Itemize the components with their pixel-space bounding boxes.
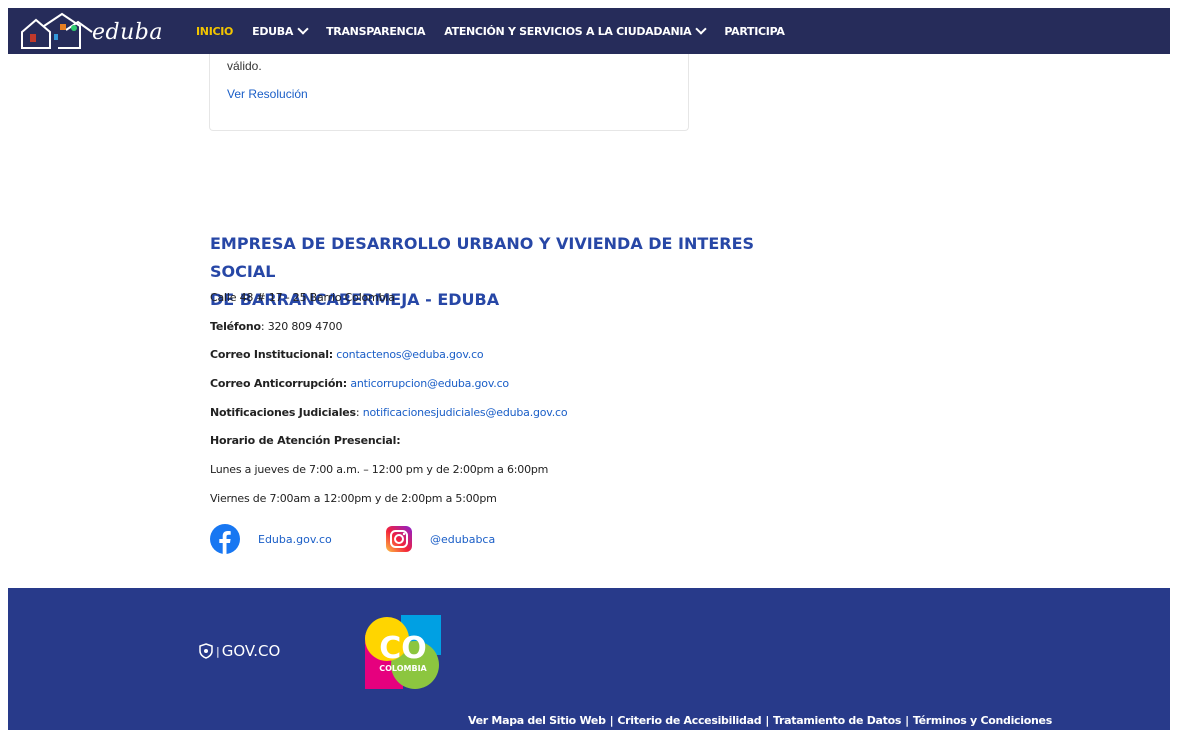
govco-text: GOV.CO (221, 642, 281, 660)
nav-item-inicio[interactable]: INICIO (196, 25, 233, 38)
site-footer: | GOV.CO CO COLOMBIA Ver Mapa del Sitio … (8, 588, 1170, 730)
phone-label: Teléfono (210, 320, 261, 333)
logo-text: eduba (92, 20, 163, 45)
nav-item-eduba[interactable]: EDUBA (252, 23, 309, 38)
nav-item-label: PARTICIPA (724, 24, 785, 38)
anticorruption-email-link[interactable]: anticorrupcion@eduba.gov.co (350, 377, 509, 390)
colombia-logo-text: COLOMBIA (379, 664, 427, 673)
nav-item-label: INICIO (196, 24, 234, 38)
divider: | (609, 714, 614, 727)
instagram-link[interactable]: @edubabca (386, 524, 495, 554)
address-text: Calle 48 # 17 - 25 Barrio Colombia (210, 291, 395, 304)
nav-item-transparencia[interactable]: TRANSPARENCIA (326, 25, 425, 38)
phone-colon: : (260, 320, 268, 333)
page-right-margin (1170, 0, 1178, 730)
divider: | (905, 714, 909, 727)
hours-label-text: Horario de Atención Presencial: (210, 434, 401, 447)
notif-colon: : (355, 406, 363, 419)
footer-links: Ver Mapa del Sitio Web | Criterio de Acces… (468, 714, 1052, 727)
nav-item-label: ATENCIÓN Y SERVICIOS A LA CIUDADANIA (444, 24, 692, 38)
institutional-email-link[interactable]: contactenos@eduba.gov.co (336, 348, 483, 361)
view-resolution-link[interactable]: Ver Resolución (227, 87, 308, 101)
anticorruption-email-label: Correo Anticorrupción: (210, 377, 348, 390)
page-top-margin (0, 0, 1178, 8)
institutional-email-line: Correo Institucional: contactenos@eduba.… (210, 348, 484, 361)
hours-weekdays: Lunes a jueves de 7:00 a.m. – 12:00 pm y… (210, 463, 549, 476)
terms-link[interactable]: Términos y Condiciones (913, 714, 1052, 727)
divider: | (765, 714, 770, 727)
accessibility-link[interactable]: Criterio de Accesibilidad (617, 714, 761, 727)
org-title-line1: EMPRESA DE DESARROLLO URBANO Y VIVIENDA … (210, 234, 755, 281)
institutional-email-label: Correo Institucional: (210, 348, 333, 361)
phone-line: Teléfono: 320 809 4700 (210, 320, 342, 333)
government-shield-icon (199, 643, 213, 659)
chevron-down-icon (297, 23, 309, 35)
facebook-link[interactable]: Eduba.gov.co (210, 524, 332, 554)
nav-item-atencion[interactable]: ATENCIÓN Y SERVICIOS A LA CIUDADANIA (444, 23, 708, 38)
govco-logo[interactable]: | GOV.CO (198, 642, 280, 660)
govco-separator: | (216, 644, 220, 658)
data-treatment-link[interactable]: Tratamiento de Datos (773, 714, 901, 727)
facebook-icon (210, 524, 240, 554)
main-menu: INICIO EDUBA TRANSPARENCIA ATENCIÓN Y SE… (196, 8, 804, 54)
judicial-notifications-link[interactable]: notificacionesjudiciales@eduba.gov.co (363, 406, 568, 419)
judicial-notifications-label: Notificaciones Judiciales (210, 406, 356, 419)
anticorruption-email-line: Correo Anticorrupción: anticorrupcion@ed… (210, 377, 509, 390)
instagram-icon (386, 526, 412, 552)
page-left-margin (0, 0, 8, 730)
co-logo-text: CO (379, 631, 427, 666)
nav-item-label: EDUBA (252, 24, 294, 38)
phone-number: 320 809 4700 (267, 320, 343, 333)
card-text: válido. (227, 59, 262, 73)
hours-friday: Viernes de 7:00am a 12:00pm y de 2:00pm … (210, 492, 497, 505)
judicial-notifications-line: Notificaciones Judiciales: notificacione… (210, 406, 568, 419)
houses-logo-icon (21, 12, 93, 49)
colombia-brand-logo: CO COLOMBIA (365, 615, 441, 689)
eduba-logo[interactable]: eduba (18, 10, 162, 52)
hours-label: Horario de Atención Presencial: (210, 434, 401, 447)
top-navbar: eduba INICIO EDUBA TRANSPARENCIA ATENCIÓ… (8, 8, 1170, 54)
facebook-label: Eduba.gov.co (258, 532, 332, 546)
nav-item-participa[interactable]: PARTICIPA (724, 25, 784, 38)
instagram-label: @edubabca (430, 532, 496, 546)
chevron-down-icon (695, 23, 708, 35)
nav-item-label: TRANSPARENCIA (326, 24, 426, 38)
sitemap-link[interactable]: Ver Mapa del Sitio Web (468, 714, 606, 727)
